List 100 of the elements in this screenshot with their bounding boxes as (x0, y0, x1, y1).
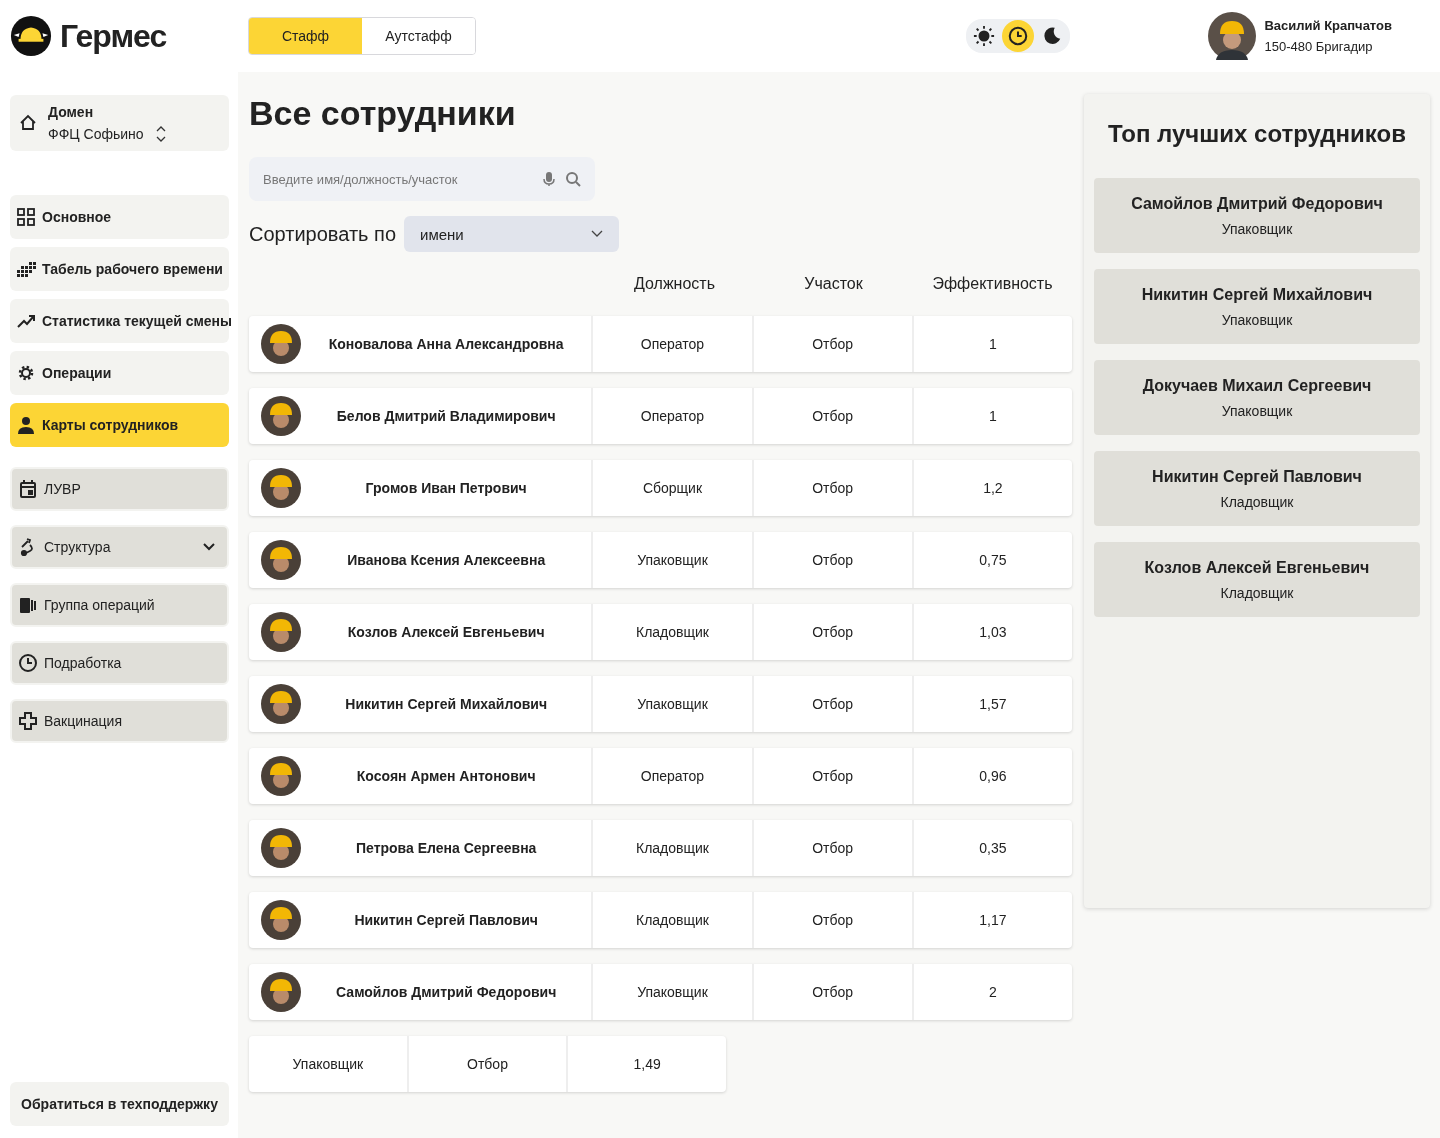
table-cell-text: 0,96 (978, 767, 1008, 786)
domain-label: Домен (48, 104, 95, 120)
dots-grid-icon (16, 259, 36, 279)
column-header: Должность (633, 275, 716, 293)
table-cell-text: 1 (988, 407, 998, 426)
chevron-up-down-icon (155, 126, 166, 142)
table-cell: Отбор (753, 820, 914, 876)
microphone-icon[interactable] (541, 171, 557, 187)
table-cell: Отбор (753, 676, 914, 732)
calendar-icon (18, 479, 38, 499)
avatar (261, 396, 301, 436)
employee-role: Кладовщик (1220, 493, 1294, 510)
table-cell-text: 0,75 (978, 551, 1008, 570)
employee-role: Кладовщик (1220, 584, 1294, 601)
table-cell: Отбор (753, 532, 914, 588)
avatar (261, 756, 301, 796)
domain-value: ФФЦ Софьино (48, 126, 144, 142)
grid-icon (16, 207, 36, 227)
column-header: Эффективность (931, 275, 1054, 293)
sidebar-item[interactable]: Структура (10, 525, 229, 569)
tab[interactable]: Стафф (249, 18, 362, 54)
column-header: Участок (803, 275, 864, 293)
avatar (261, 324, 301, 364)
avatar (261, 540, 301, 580)
table-cell-text: 0,35 (978, 839, 1008, 858)
employee-card[interactable]: Докучаев Михаил Сергеевич Упаковщик (1094, 360, 1420, 435)
table-cell-text: 1,2 (982, 479, 1004, 498)
sidebar-item[interactable]: Вакцинация (10, 699, 229, 743)
table-cell: Оператор (593, 388, 754, 444)
table-cell: Сборщик (593, 460, 754, 516)
table-cell: Никитин Сергей Павлович (249, 892, 594, 948)
sidebar-item[interactable]: Операции (10, 351, 229, 395)
support-button[interactable]: Обратиться в техподдержку (10, 1082, 229, 1126)
table-cell: Отбор (753, 316, 914, 372)
table-cell: Отбор (753, 388, 914, 444)
employee-card[interactable]: Самойлов Дмитрий Федорович Упаковщик (1094, 178, 1420, 253)
employee-role: Упаковщик (1221, 311, 1293, 328)
employee-name: Никитин Сергей Павлович (1152, 467, 1362, 486)
person-icon (16, 415, 36, 435)
table-cell: Отбор (753, 460, 914, 516)
avatar (261, 612, 301, 652)
home-icon (18, 113, 38, 133)
table-cell: Отбор (753, 748, 914, 804)
table-cell: Самойлов Дмитрий Федорович (249, 964, 594, 1020)
avatar (261, 972, 301, 1012)
domain-selector[interactable]: Домен ФФЦ Софьино (10, 95, 229, 151)
moon-icon (1041, 25, 1063, 47)
employee-name: Никитин Сергей Михайлович (1141, 285, 1373, 304)
theme-option[interactable] (1002, 20, 1034, 52)
search-field[interactable]: Введите имя/должность/участок (249, 157, 595, 201)
table-cell-text: 1,57 (978, 695, 1008, 714)
table-cell-text: 1,03 (978, 623, 1008, 642)
table-cell: Отбор (408, 1036, 569, 1092)
sidebar-item[interactable]: Карты сотрудников (10, 403, 229, 447)
table-cell: Упаковщик (593, 964, 754, 1020)
employee-role: Упаковщик (1221, 220, 1293, 237)
table-cell: Петрова Елена Сергеевна (249, 820, 594, 876)
page-title: Все сотрудники (249, 94, 517, 134)
sidebar-item[interactable]: ЛУВР (10, 467, 229, 511)
table-cell: Никитин Сергей Михайлович (249, 676, 594, 732)
clock-icon (18, 653, 38, 673)
table-cell: Белов Дмитрий Владимирович (249, 388, 594, 444)
search-icon[interactable] (565, 171, 581, 187)
user-name: Василий Крапчатов (1264, 18, 1392, 33)
logo-text: Гермес (60, 17, 167, 55)
sidebar-item[interactable]: Группа операций (10, 583, 229, 627)
avatar (261, 900, 301, 940)
table-cell: Кладовщик (593, 604, 754, 660)
table-cell-text: 1,49 (632, 1055, 662, 1074)
table-cell: Оператор (593, 316, 754, 372)
table-cell: Отбор (753, 604, 914, 660)
table-cell: Отбор (753, 964, 914, 1020)
employee-card[interactable]: Козлов Алексей Евгеньевич Кладовщик (1094, 542, 1420, 617)
sort-dropdown[interactable]: имени (404, 216, 619, 252)
table-cell: Упаковщик (593, 532, 754, 588)
employee-card[interactable]: Никитин Сергей Михайлович Упаковщик (1094, 269, 1420, 344)
table-cell: Оператор (593, 748, 754, 804)
table-cell: Отбор (753, 892, 914, 948)
sort-label: Сортировать по (249, 222, 396, 246)
table-cell: Кладовщик (593, 892, 754, 948)
avatar (261, 828, 301, 868)
user-role: 150-480 Бригадир (1264, 39, 1374, 54)
table-cell: Упаковщик (593, 676, 754, 732)
gear-icon (16, 363, 36, 383)
table-cell: Коновалова Анна Александровна (249, 316, 594, 372)
sidebar-item[interactable]: Табель рабочего времени (10, 247, 229, 291)
clock-icon (1007, 25, 1029, 47)
employee-name: Докучаев Михаил Сергеевич (1142, 376, 1372, 395)
table-cell: Упаковщик (249, 1036, 409, 1092)
employee-role: Упаковщик (1221, 402, 1293, 419)
chevron-down-icon (591, 230, 603, 238)
sidebar-item[interactable]: Основное (10, 195, 229, 239)
employee-card[interactable]: Никитин Сергей Павлович Кладовщик (1094, 451, 1420, 526)
sidebar-item[interactable]: Подработка (10, 641, 229, 685)
battery-icon (18, 595, 38, 615)
sidebar-item[interactable]: Статистика текущей смены (10, 299, 229, 343)
table-cell: Косоян Армен Антонович (249, 748, 594, 804)
table-cell: Кладовщик (593, 820, 754, 876)
table-cell: Громов Иван Петрович (249, 460, 594, 516)
table-cell: Козлов Алексей Евгеньевич (249, 604, 594, 660)
